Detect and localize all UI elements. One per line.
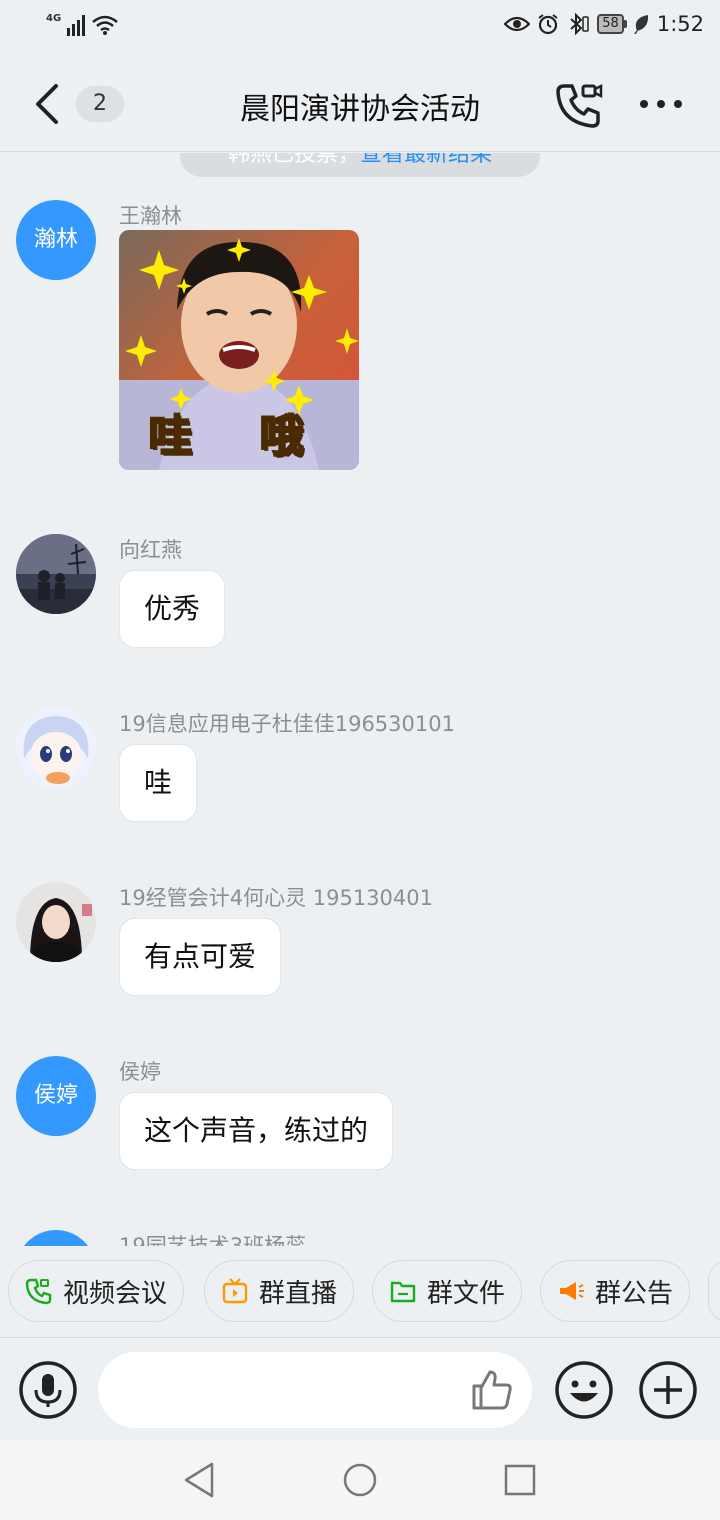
chip-label: 群文件 xyxy=(427,1278,506,1309)
signal-icon xyxy=(67,14,86,36)
sticker-image[interactable]: 哇 哦 xyxy=(119,230,359,470)
system-nav-bar xyxy=(0,1440,720,1520)
status-right: 58 1:52 xyxy=(504,12,704,36)
emoji-icon[interactable] xyxy=(554,1360,614,1420)
notice-text: 韩燕已投票， xyxy=(227,153,360,167)
status-bar: 4G 58 1:52 xyxy=(0,0,720,56)
avatar[interactable] xyxy=(16,882,96,962)
vote-notice: 韩燕已投票，查看最新结果 xyxy=(180,153,540,177)
message-input[interactable] xyxy=(98,1352,532,1428)
message-list[interactable]: 韩燕已投票，查看最新结果 瀚林 王瀚林 哇 哦 向红燕 优秀 19信息应用电子杜… xyxy=(0,153,720,1246)
wifi-icon xyxy=(92,15,118,35)
sender-name: 19经管会计4何心灵 195130401 xyxy=(119,886,434,910)
clock: 1:52 xyxy=(656,12,704,36)
megaphone-icon xyxy=(560,1282,584,1300)
avatar[interactable]: 瀚林 xyxy=(16,200,96,280)
voice-input-icon[interactable] xyxy=(18,1360,78,1420)
sender-name: 王瀚林 xyxy=(119,204,182,228)
avatar-photo xyxy=(16,534,96,614)
thumbs-up-icon[interactable] xyxy=(468,1366,516,1414)
message-input-bar xyxy=(0,1338,720,1440)
signal-indicators: 4G xyxy=(46,13,119,36)
avatar[interactable] xyxy=(16,534,96,614)
notice-link[interactable]: 查看最新结果 xyxy=(360,153,492,167)
chip-label: 群直播 xyxy=(259,1278,338,1309)
alarm-icon xyxy=(538,14,558,35)
message-bubble[interactable]: 这个声音，练过的 xyxy=(119,1092,394,1170)
group-call-icon[interactable] xyxy=(554,80,604,130)
live-tv-icon xyxy=(222,1278,248,1304)
avatar[interactable] xyxy=(16,708,96,788)
message-bubble[interactable]: 优秀 xyxy=(119,570,226,648)
sender-name: 19信息应用电子杜佳佳196530101 xyxy=(119,712,455,736)
leaf-icon xyxy=(634,15,648,34)
video-meeting-button[interactable]: 视频会议 xyxy=(8,1260,185,1322)
network-type: 4G xyxy=(46,13,62,24)
nav-home-icon[interactable] xyxy=(340,1460,380,1500)
message-bubble[interactable]: 哇 xyxy=(119,744,198,822)
avatar-photo xyxy=(16,882,96,962)
more-actions-chip[interactable] xyxy=(708,1260,720,1322)
folder-icon xyxy=(390,1281,416,1303)
chip-label: 群公告 xyxy=(595,1278,674,1309)
page-title: 晨阳演讲协会活动 xyxy=(240,92,480,127)
group-notice-button[interactable]: 群公告 xyxy=(540,1260,691,1322)
avatar-anime-girl xyxy=(16,708,96,788)
nav-back-icon[interactable] xyxy=(180,1460,220,1500)
eye-comfort-icon xyxy=(504,16,531,32)
avatar[interactable] xyxy=(16,1230,96,1246)
nav-recents-icon[interactable] xyxy=(500,1460,540,1500)
video-meeting-icon xyxy=(25,1278,52,1305)
chip-label: 视频会议 xyxy=(63,1278,168,1309)
group-files-button[interactable]: 群文件 xyxy=(372,1260,523,1322)
bluetooth-icon xyxy=(570,12,590,36)
sender-name: 侯婷 xyxy=(119,1060,161,1084)
group-quick-actions: 视频会议 群直播 群文件 群公告 xyxy=(0,1246,720,1338)
unread-count-badge[interactable]: 2 xyxy=(76,86,124,122)
chat-header: 2 晨阳演讲协会活动 xyxy=(0,56,720,152)
sender-name: 向红燕 xyxy=(119,538,182,562)
back-arrow-icon[interactable] xyxy=(30,82,66,126)
more-options-icon[interactable] xyxy=(636,92,686,116)
sticker-caption: 哇 哦 xyxy=(147,410,330,463)
message-bubble[interactable]: 有点可爱 xyxy=(119,918,282,996)
add-icon[interactable] xyxy=(638,1360,698,1420)
group-live-button[interactable]: 群直播 xyxy=(204,1260,355,1322)
battery-icon: 58 xyxy=(597,14,627,34)
sender-name: 19园艺技术3班杨蕊 xyxy=(119,1234,307,1246)
battery-level: 58 xyxy=(597,14,624,34)
avatar[interactable]: 侯婷 xyxy=(16,1056,96,1136)
